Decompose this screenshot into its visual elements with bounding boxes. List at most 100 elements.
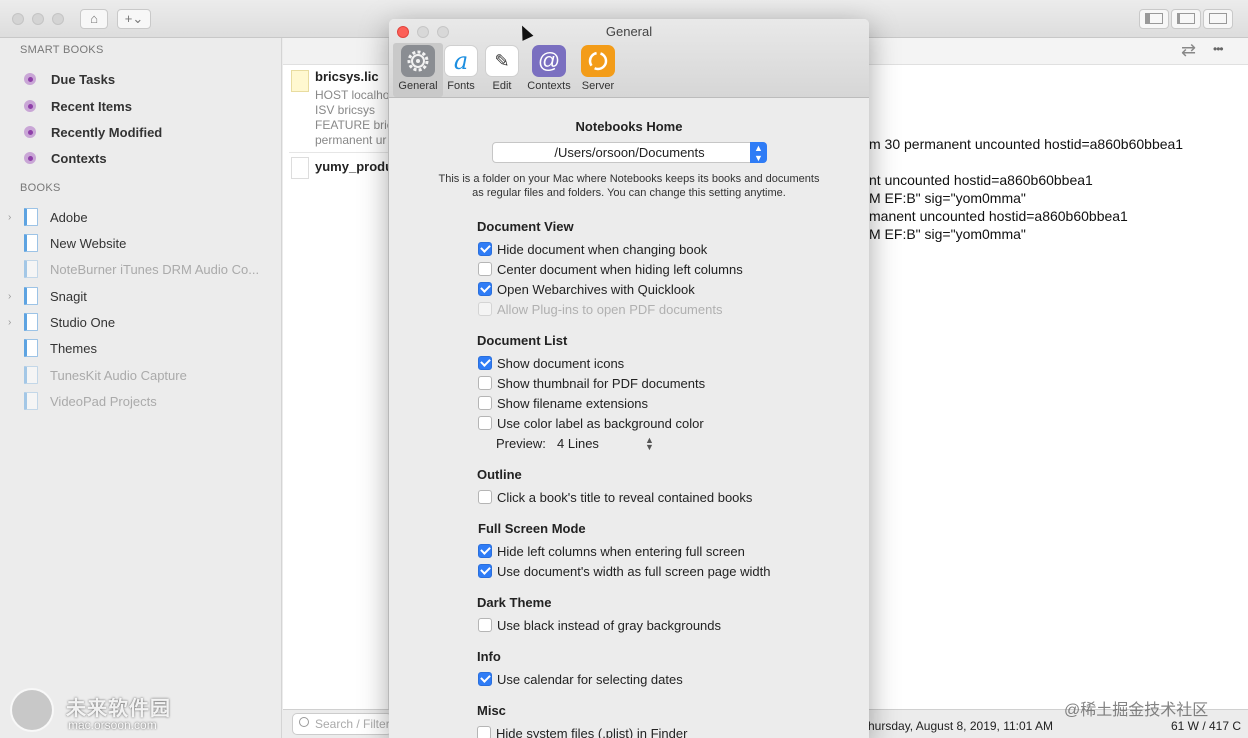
chevron-updown-icon[interactable]: ▲ ▼: [645, 436, 654, 452]
checkbox-unchecked[interactable]: [478, 376, 492, 390]
checkbox-black-backgrounds[interactable]: Use black instead of gray backgrounds: [478, 616, 721, 634]
document-content[interactable]: ⇄ ••• m 30 permanent uncounted hostid=a8…: [869, 38, 1248, 714]
swap-icon[interactable]: ⇄: [1181, 40, 1196, 61]
close-window-button[interactable]: [12, 13, 24, 25]
smart-item-contexts[interactable]: Contexts: [24, 147, 107, 169]
layout-middle-column-button[interactable]: [1171, 9, 1201, 29]
checkbox-hide-left-columns-fullscreen[interactable]: Hide left columns when entering full scr…: [478, 542, 745, 560]
checkbox-hide-system-files[interactable]: Hide system files (.plist) in Finder: [477, 724, 687, 738]
full-layout-icon: [1209, 13, 1227, 24]
checkbox-show-filename-extensions[interactable]: Show filename extensions: [478, 394, 648, 412]
checkbox-open-webarchives[interactable]: Open Webarchives with Quicklook: [478, 280, 695, 298]
tab-edit[interactable]: ✎ Edit: [477, 43, 527, 97]
book-item-studio-one[interactable]: › Studio One: [8, 311, 115, 333]
checkbox-color-label-background[interactable]: Use color label as background color: [478, 414, 704, 432]
chevron-updown-icon: ▲ ▼: [750, 142, 767, 163]
fonts-icon: a: [444, 45, 478, 77]
checkbox-label: Hide left columns when entering full scr…: [497, 543, 745, 559]
document-list: bricsys.lic HOST localho ISV bricsys FEA…: [283, 38, 389, 738]
layout-full-button[interactable]: [1203, 9, 1233, 29]
checkbox-show-document-icons[interactable]: Show document icons: [478, 354, 624, 372]
preview-lines-select[interactable]: 4 Lines: [557, 436, 599, 451]
checkbox-label: Hide document when changing book: [497, 241, 708, 257]
smart-item-recently-modified[interactable]: Recently Modified: [24, 121, 162, 143]
document-preview-line: ISV bricsys: [315, 103, 376, 117]
preferences-toolbar: General General a Fonts ✎ Edit @ Context…: [389, 19, 869, 98]
notebooks-home-path-select[interactable]: /Users/orsoon/Documents ▲ ▼: [492, 142, 767, 163]
tab-server[interactable]: Server: [573, 43, 623, 97]
status-date: hursday, August 8, 2019, 11:01 AM: [868, 719, 1054, 733]
layout-left-columns-button[interactable]: [1139, 9, 1169, 29]
document-list-header: [283, 38, 388, 65]
disclosure-triangle-icon[interactable]: ›: [8, 317, 18, 328]
book-label: VideoPad Projects: [50, 393, 157, 409]
checkbox-unchecked[interactable]: [478, 416, 492, 430]
smart-book-icon: [24, 126, 36, 138]
book-item-videopad[interactable]: VideoPad Projects: [8, 390, 157, 412]
checkbox-checked[interactable]: [478, 564, 492, 578]
add-button[interactable]: +⌄: [117, 9, 151, 29]
book-label: NoteBurner iTunes DRM Audio Co...: [50, 261, 260, 277]
checkbox-calendar-dates[interactable]: Use calendar for selecting dates: [478, 670, 683, 688]
outline-heading: Outline: [477, 467, 522, 482]
checkbox-center-document[interactable]: Center document when hiding left columns: [478, 260, 743, 278]
checkbox-label: Allow Plug-ins to open PDF documents: [497, 301, 723, 317]
checkbox-reveal-contained-books[interactable]: Click a book's title to reveal contained…: [478, 488, 752, 506]
checkbox-unchecked[interactable]: [478, 490, 492, 504]
checkbox-checked[interactable]: [478, 356, 492, 370]
checkbox-unchecked[interactable]: [478, 396, 492, 410]
content-text-line: nt uncounted hostid=a860b60bbea1: [869, 172, 1093, 188]
checkbox-checked[interactable]: [478, 544, 492, 558]
disclosure-triangle-icon[interactable]: ›: [8, 291, 18, 302]
book-item-new-website[interactable]: New Website: [8, 232, 126, 254]
book-label: Adobe: [50, 209, 88, 225]
zoom-window-button[interactable]: [52, 13, 64, 25]
content-text-line: M EF:B" sig="yom0mma": [869, 226, 1026, 242]
checkbox-hide-document[interactable]: Hide document when changing book: [478, 240, 707, 258]
smart-item-recent-items[interactable]: Recent Items: [24, 95, 132, 117]
checkbox-fullscreen-page-width[interactable]: Use document's width as full screen page…: [478, 562, 770, 580]
book-icon: [24, 260, 38, 278]
document-list-heading: Document List: [477, 333, 568, 348]
checkbox-label: Hide system files (.plist) in Finder: [496, 725, 688, 738]
checkbox-label: Show document icons: [497, 355, 625, 371]
book-item-snagit[interactable]: › Snagit: [8, 285, 87, 307]
document-item-yumy[interactable]: yumy_produ: [289, 152, 388, 182]
book-item-themes[interactable]: Themes: [8, 337, 97, 359]
checkbox-checked[interactable]: [478, 672, 492, 686]
book-item-adobe[interactable]: › Adobe: [8, 206, 88, 228]
more-options-icon[interactable]: •••: [1213, 42, 1224, 56]
checkbox-unchecked[interactable]: [477, 726, 491, 738]
book-item-tuneskit[interactable]: TunesKit Audio Capture: [8, 364, 187, 386]
checkbox-label: Use calendar for selecting dates: [497, 671, 683, 687]
home-button[interactable]: ⌂: [80, 9, 108, 29]
status-word-count: 61 W / 417 C: [1171, 719, 1242, 733]
book-icon: [24, 392, 38, 410]
disclosure-triangle-icon[interactable]: ›: [8, 212, 18, 223]
tab-contexts[interactable]: @ Contexts: [524, 43, 574, 97]
document-item-bricsys[interactable]: bricsys.lic HOST localho ISV bricsys FEA…: [289, 66, 388, 150]
checkbox-label: Click a book's title to reveal contained…: [497, 489, 753, 505]
search-placeholder: Search / Filter: [315, 717, 390, 731]
smart-book-icon: [24, 73, 36, 85]
book-label: Studio One: [50, 314, 116, 330]
minimize-window-button[interactable]: [32, 13, 44, 25]
book-label: TunesKit Audio Capture: [50, 367, 187, 383]
preferences-title: General: [605, 24, 653, 39]
content-text-line: manent uncounted hostid=a860b60bbea1: [869, 208, 1128, 224]
checkbox-unchecked[interactable]: [478, 262, 492, 276]
checkbox-checked[interactable]: [478, 242, 492, 256]
book-icon: [24, 287, 38, 305]
info-heading: Info: [477, 649, 501, 664]
checkbox-unchecked[interactable]: [478, 618, 492, 632]
sidebar: SMART BOOKS Due Tasks Recent Items Recen…: [0, 38, 282, 738]
checkbox-show-pdf-thumbnail[interactable]: Show thumbnail for PDF documents: [478, 374, 705, 392]
checkbox-label: Use document's width as full screen page…: [497, 563, 771, 579]
smart-book-icon: [24, 152, 36, 164]
search-input[interactable]: Search / Filter: [292, 713, 392, 735]
book-item-noteburner[interactable]: NoteBurner iTunes DRM Audio Co...: [8, 258, 259, 280]
checkbox-checked[interactable]: [478, 282, 492, 296]
document-title: bricsys.lic: [315, 69, 379, 84]
smart-item-due-tasks[interactable]: Due Tasks: [24, 68, 115, 90]
watermark-emblem-icon: [10, 688, 54, 732]
